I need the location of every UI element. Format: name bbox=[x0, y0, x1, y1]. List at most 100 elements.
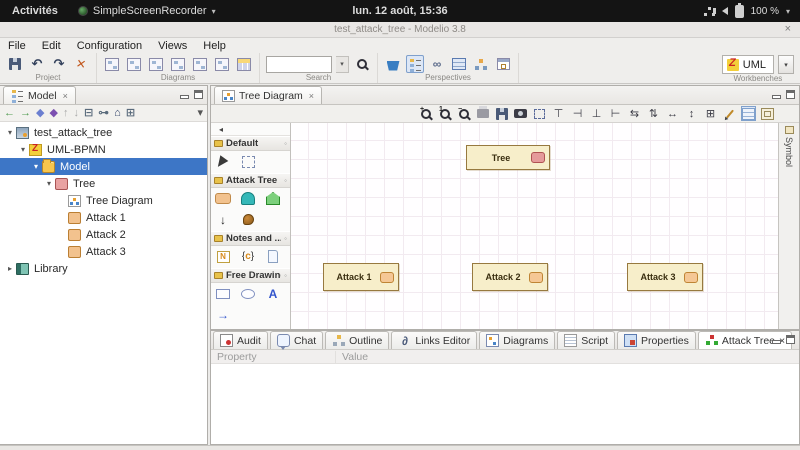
same-width-icon[interactable]: ↔ bbox=[665, 106, 680, 121]
node-tool[interactable] bbox=[240, 212, 256, 227]
expand-arrow-icon[interactable]: ▾ bbox=[17, 145, 29, 154]
hierarchy-perspective-icon[interactable] bbox=[406, 55, 424, 73]
schedule-perspective-icon[interactable] bbox=[494, 55, 512, 73]
tree-item-attack-3[interactable]: Attack 3 bbox=[0, 243, 207, 260]
search-input[interactable] bbox=[266, 56, 332, 73]
system-tray[interactable]: 100 % ▾ bbox=[704, 5, 800, 18]
property-table-body[interactable] bbox=[211, 364, 799, 444]
forward-icon[interactable]: → bbox=[20, 108, 31, 119]
tree-item-library[interactable]: ▸Library bbox=[0, 260, 207, 277]
class-diagram-icon[interactable] bbox=[103, 55, 121, 73]
save-diagram-icon[interactable] bbox=[494, 106, 509, 121]
overview-icon[interactable] bbox=[760, 106, 775, 121]
activity-diagram-icon[interactable] bbox=[147, 55, 165, 73]
close-icon[interactable]: × bbox=[63, 91, 68, 101]
view-menu-icon[interactable]: ▾ bbox=[197, 108, 203, 119]
align-bottom-icon[interactable]: ⊥ bbox=[589, 106, 604, 121]
menu-edit[interactable]: Edit bbox=[42, 40, 61, 52]
style-icon[interactable] bbox=[722, 106, 737, 121]
node-attack-3[interactable]: Attack 3 bbox=[627, 263, 703, 291]
maximize-button[interactable] bbox=[786, 335, 795, 344]
tab-links-editor[interactable]: ∂Links Editor bbox=[391, 331, 477, 349]
note-tool[interactable]: N bbox=[215, 249, 231, 264]
tab-model[interactable]: Model × bbox=[3, 86, 76, 104]
composite-diagram-icon[interactable] bbox=[169, 55, 187, 73]
search-icon[interactable] bbox=[353, 55, 371, 73]
draw-text-tool[interactable]: A bbox=[265, 286, 281, 301]
marquee-select-tool[interactable] bbox=[240, 154, 256, 169]
home-icon[interactable]: ⌂ bbox=[114, 108, 121, 119]
save-icon[interactable] bbox=[6, 55, 24, 73]
or-gate-tool[interactable] bbox=[265, 191, 281, 206]
usecase-diagram-icon[interactable] bbox=[191, 55, 209, 73]
draw-line-tool[interactable]: → bbox=[215, 307, 231, 322]
palette-section-notes-and-[interactable]: Notes and ...◦ bbox=[211, 231, 290, 246]
search-dropdown-button[interactable]: ▾ bbox=[336, 56, 349, 73]
constraint-tool[interactable]: {c} bbox=[240, 249, 256, 264]
tab-script[interactable]: Script bbox=[557, 331, 615, 349]
tree-item-tree-diagram[interactable]: Tree Diagram bbox=[0, 192, 207, 209]
pin-icon[interactable]: ◦ bbox=[284, 271, 287, 280]
move-up-icon[interactable]: ↑ bbox=[63, 108, 69, 119]
node-attack-2[interactable]: Attack 2 bbox=[472, 263, 548, 291]
expand-arrow-icon[interactable]: ▾ bbox=[43, 179, 55, 188]
pin-icon[interactable]: ◦ bbox=[284, 176, 287, 185]
minimize-button[interactable] bbox=[179, 90, 188, 99]
expand-arrow-icon[interactable]: ▾ bbox=[4, 128, 16, 137]
menu-file[interactable]: File bbox=[8, 40, 26, 52]
and-gate-tool[interactable] bbox=[240, 191, 256, 206]
deployment-diagram-icon[interactable] bbox=[125, 55, 143, 73]
matrix-perspective-icon[interactable] bbox=[450, 55, 468, 73]
tree-item-model[interactable]: ▾Model bbox=[0, 158, 207, 175]
zoom-actual-icon[interactable]: 1 bbox=[437, 106, 452, 121]
palette-collapse-button[interactable]: ◂ bbox=[211, 123, 290, 136]
pin-icon[interactable]: ◦ bbox=[284, 234, 287, 243]
configure-view-icon[interactable]: ⊞ bbox=[126, 108, 135, 119]
analyst-perspective-icon[interactable] bbox=[472, 55, 490, 73]
tab-diagrams[interactable]: Diagrams bbox=[479, 331, 555, 349]
link-with-editor-icon[interactable]: ⊶ bbox=[98, 108, 109, 119]
node-attack-1[interactable]: Attack 1 bbox=[323, 263, 399, 291]
next-element-icon[interactable]: ◆ bbox=[49, 108, 57, 119]
tab-chat[interactable]: Chat bbox=[270, 331, 323, 349]
draw-rectangle-tool[interactable] bbox=[215, 286, 231, 301]
fit-to-content-icon[interactable]: ⊞ bbox=[703, 106, 718, 121]
window-close-button[interactable]: × bbox=[785, 23, 791, 35]
select-tool[interactable] bbox=[215, 154, 231, 169]
snapshot-icon[interactable] bbox=[513, 106, 528, 121]
zoom-out-icon[interactable]: − bbox=[456, 106, 471, 121]
palette-section-attack-tree[interactable]: Attack Tree◦ bbox=[211, 173, 290, 188]
tab-outline[interactable]: Outline bbox=[325, 331, 389, 349]
close-icon[interactable]: × bbox=[309, 91, 314, 101]
tree-item-attack-1[interactable]: Attack 1 bbox=[0, 209, 207, 226]
expand-arrow-icon[interactable]: ▸ bbox=[4, 264, 16, 273]
move-down-icon[interactable]: ↓ bbox=[73, 108, 79, 119]
undo-icon[interactable]: ↶ bbox=[28, 55, 46, 73]
maximize-button[interactable] bbox=[786, 90, 795, 99]
attack-tool[interactable] bbox=[215, 191, 231, 206]
expand-arrow-icon[interactable]: ▾ bbox=[30, 162, 42, 171]
tab-symbol[interactable]: Symbol bbox=[784, 137, 794, 167]
model-perspective-icon[interactable] bbox=[384, 55, 402, 73]
activities-button[interactable]: Activités bbox=[0, 5, 70, 17]
tree-item-uml-bpmn[interactable]: ▾UML-BPMN bbox=[0, 141, 207, 158]
palette-section-default[interactable]: Default◦ bbox=[211, 136, 290, 151]
menu-views[interactable]: Views bbox=[158, 40, 187, 52]
align-top-icon[interactable]: ⊤ bbox=[551, 106, 566, 121]
workbench-select[interactable]: UML bbox=[722, 55, 774, 74]
center-vertical-icon[interactable]: ⇅ bbox=[646, 106, 661, 121]
grid-icon[interactable] bbox=[741, 106, 756, 121]
tree-item-attack-2[interactable]: Attack 2 bbox=[0, 226, 207, 243]
zoom-in-icon[interactable]: + bbox=[418, 106, 433, 121]
print-icon[interactable] bbox=[475, 106, 490, 121]
tree-item-tree[interactable]: ▾Tree bbox=[0, 175, 207, 192]
tab-tree-diagram[interactable]: Tree Diagram × bbox=[214, 86, 322, 104]
menu-help[interactable]: Help bbox=[203, 40, 226, 52]
collapse-all-icon[interactable]: ⊟ bbox=[84, 108, 93, 119]
palette-section-free-drawing[interactable]: Free Drawing◦ bbox=[211, 268, 290, 283]
same-height-icon[interactable]: ↕ bbox=[684, 106, 699, 121]
menu-configuration[interactable]: Configuration bbox=[77, 40, 142, 52]
align-right-icon[interactable]: ⊢ bbox=[608, 106, 623, 121]
minimize-button[interactable] bbox=[771, 90, 780, 99]
previous-element-icon[interactable]: ◆ bbox=[36, 108, 44, 119]
